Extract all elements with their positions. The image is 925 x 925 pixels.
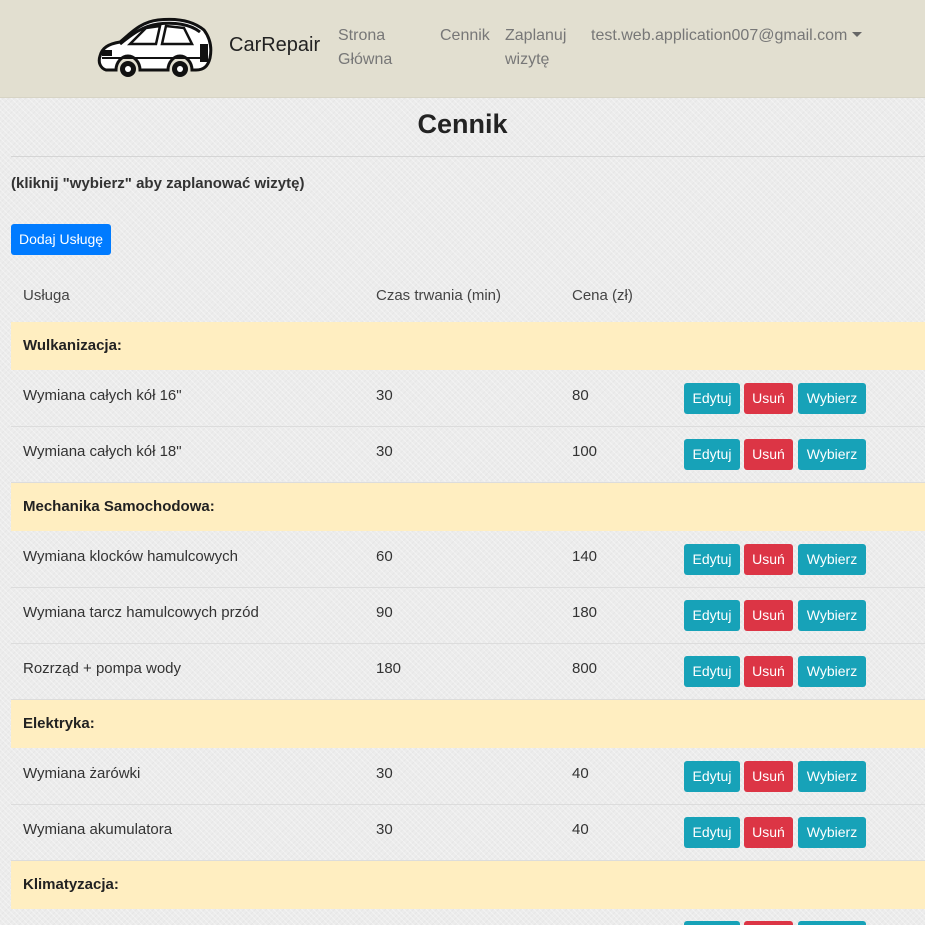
- category-row: Klimatyzacja:: [11, 861, 925, 909]
- navbar: CarRepair Strona Główna Cennik Zaplanuj …: [0, 0, 925, 98]
- service-duration: 180: [376, 660, 402, 677]
- divider: [11, 156, 925, 157]
- service-duration: 60: [376, 548, 393, 565]
- service-price: 100: [572, 443, 598, 460]
- add-service-button[interactable]: Dodaj Usługę: [11, 224, 112, 255]
- table-row: Wymiana klocków hamulcowych 60 140 Edytu…: [11, 531, 925, 588]
- service-name: Wymiana całych kół 16": [23, 387, 182, 404]
- table-row: [11, 909, 925, 925]
- delete-button[interactable]: Usuń: [744, 544, 793, 575]
- delete-button[interactable]: Usuń: [744, 600, 793, 631]
- category-name: Elektryka:: [23, 715, 95, 732]
- select-button[interactable]: Wybierz: [798, 439, 866, 470]
- service-name: Wymiana całych kół 18": [23, 443, 182, 460]
- service-duration: 30: [376, 387, 393, 404]
- delete-button[interactable]: Usuń: [744, 817, 793, 848]
- table-row: Wymiana żarówki 30 40 Edytuj Usuń Wybier…: [11, 748, 925, 805]
- delete-button[interactable]: Usuń: [744, 656, 793, 687]
- service-duration: 90: [376, 604, 393, 621]
- category-name: Wulkanizacja:: [23, 337, 122, 354]
- service-price: 800: [572, 660, 598, 677]
- edit-button[interactable]: Edytuj: [684, 544, 740, 575]
- service-name: Wymiana żarówki: [23, 765, 141, 782]
- nav-link-pricing[interactable]: Cennik: [440, 24, 490, 48]
- car-logo-icon[interactable]: [96, 14, 214, 78]
- user-email: test.web.application007@gmail.com: [591, 27, 848, 44]
- category-name: Mechanika Samochodowa:: [23, 498, 215, 515]
- hint-text: (kliknij "wybierz" aby zaplanować wizytę…: [11, 175, 305, 192]
- category-name: Klimatyzacja:: [23, 876, 119, 893]
- edit-button[interactable]: [684, 921, 740, 925]
- delete-button[interactable]: Usuń: [744, 383, 793, 414]
- service-name: Wymiana akumulatora: [23, 821, 173, 838]
- edit-button[interactable]: Edytuj: [684, 761, 740, 792]
- select-button[interactable]: Wybierz: [798, 817, 866, 848]
- delete-button[interactable]: [744, 921, 793, 925]
- select-button[interactable]: Wybierz: [798, 656, 866, 687]
- edit-button[interactable]: Edytuj: [684, 817, 740, 848]
- service-price: 40: [572, 765, 589, 782]
- table-row: Wymiana akumulatora 30 40 Edytuj Usuń Wy…: [11, 804, 925, 861]
- edit-button[interactable]: Edytuj: [684, 600, 740, 631]
- service-price: 80: [572, 387, 589, 404]
- select-button[interactable]: Wybierz: [798, 544, 866, 575]
- delete-button[interactable]: Usuń: [744, 761, 793, 792]
- select-button[interactable]: Wybierz: [798, 383, 866, 414]
- category-row: Mechanika Samochodowa:: [11, 483, 925, 531]
- service-price: 180: [572, 604, 598, 621]
- nav-link-home[interactable]: Strona Główna: [338, 24, 418, 72]
- table-row: Rozrząd + pompa wody 180 800 Edytuj Usuń…: [11, 643, 925, 700]
- category-row: Wulkanizacja:: [11, 322, 925, 370]
- column-header-duration: Czas trwania (min): [376, 287, 502, 304]
- brand-name[interactable]: CarRepair: [229, 34, 320, 57]
- select-button[interactable]: Wybierz: [798, 761, 866, 792]
- service-duration: 30: [376, 443, 393, 460]
- service-duration: 30: [376, 765, 393, 782]
- table-row: Wymiana tarcz hamulcowych przód 90 180 E…: [11, 587, 925, 644]
- service-price: 40: [572, 821, 589, 838]
- service-price: 140: [572, 548, 598, 565]
- edit-button[interactable]: Edytuj: [684, 383, 740, 414]
- service-duration: 30: [376, 821, 393, 838]
- select-button[interactable]: Wybierz: [798, 600, 866, 631]
- caret-down-icon: [852, 32, 863, 37]
- column-header-price: Cena (zł): [572, 287, 633, 304]
- service-name: Rozrząd + pompa wody: [23, 660, 181, 677]
- delete-button[interactable]: Usuń: [744, 439, 793, 470]
- category-row: Elektryka:: [11, 700, 925, 748]
- edit-button[interactable]: Edytuj: [684, 439, 740, 470]
- user-dropdown[interactable]: test.web.application007@gmail.com: [591, 24, 863, 48]
- service-name: Wymiana klocków hamulcowych: [23, 548, 238, 565]
- edit-button[interactable]: Edytuj: [684, 656, 740, 687]
- column-header-service: Usługa: [23, 287, 70, 304]
- nav-link-schedule[interactable]: Zaplanuj wizytę: [505, 24, 577, 72]
- table-row: Wymiana całych kół 18" 30 100 Edytuj Usu…: [11, 426, 925, 483]
- service-name: Wymiana tarcz hamulcowych przód: [23, 604, 259, 621]
- select-button[interactable]: [798, 921, 866, 925]
- page-title: Cennik: [417, 109, 508, 139]
- table-row: Wymiana całych kół 16" 30 80 Edytuj Usuń…: [11, 370, 925, 427]
